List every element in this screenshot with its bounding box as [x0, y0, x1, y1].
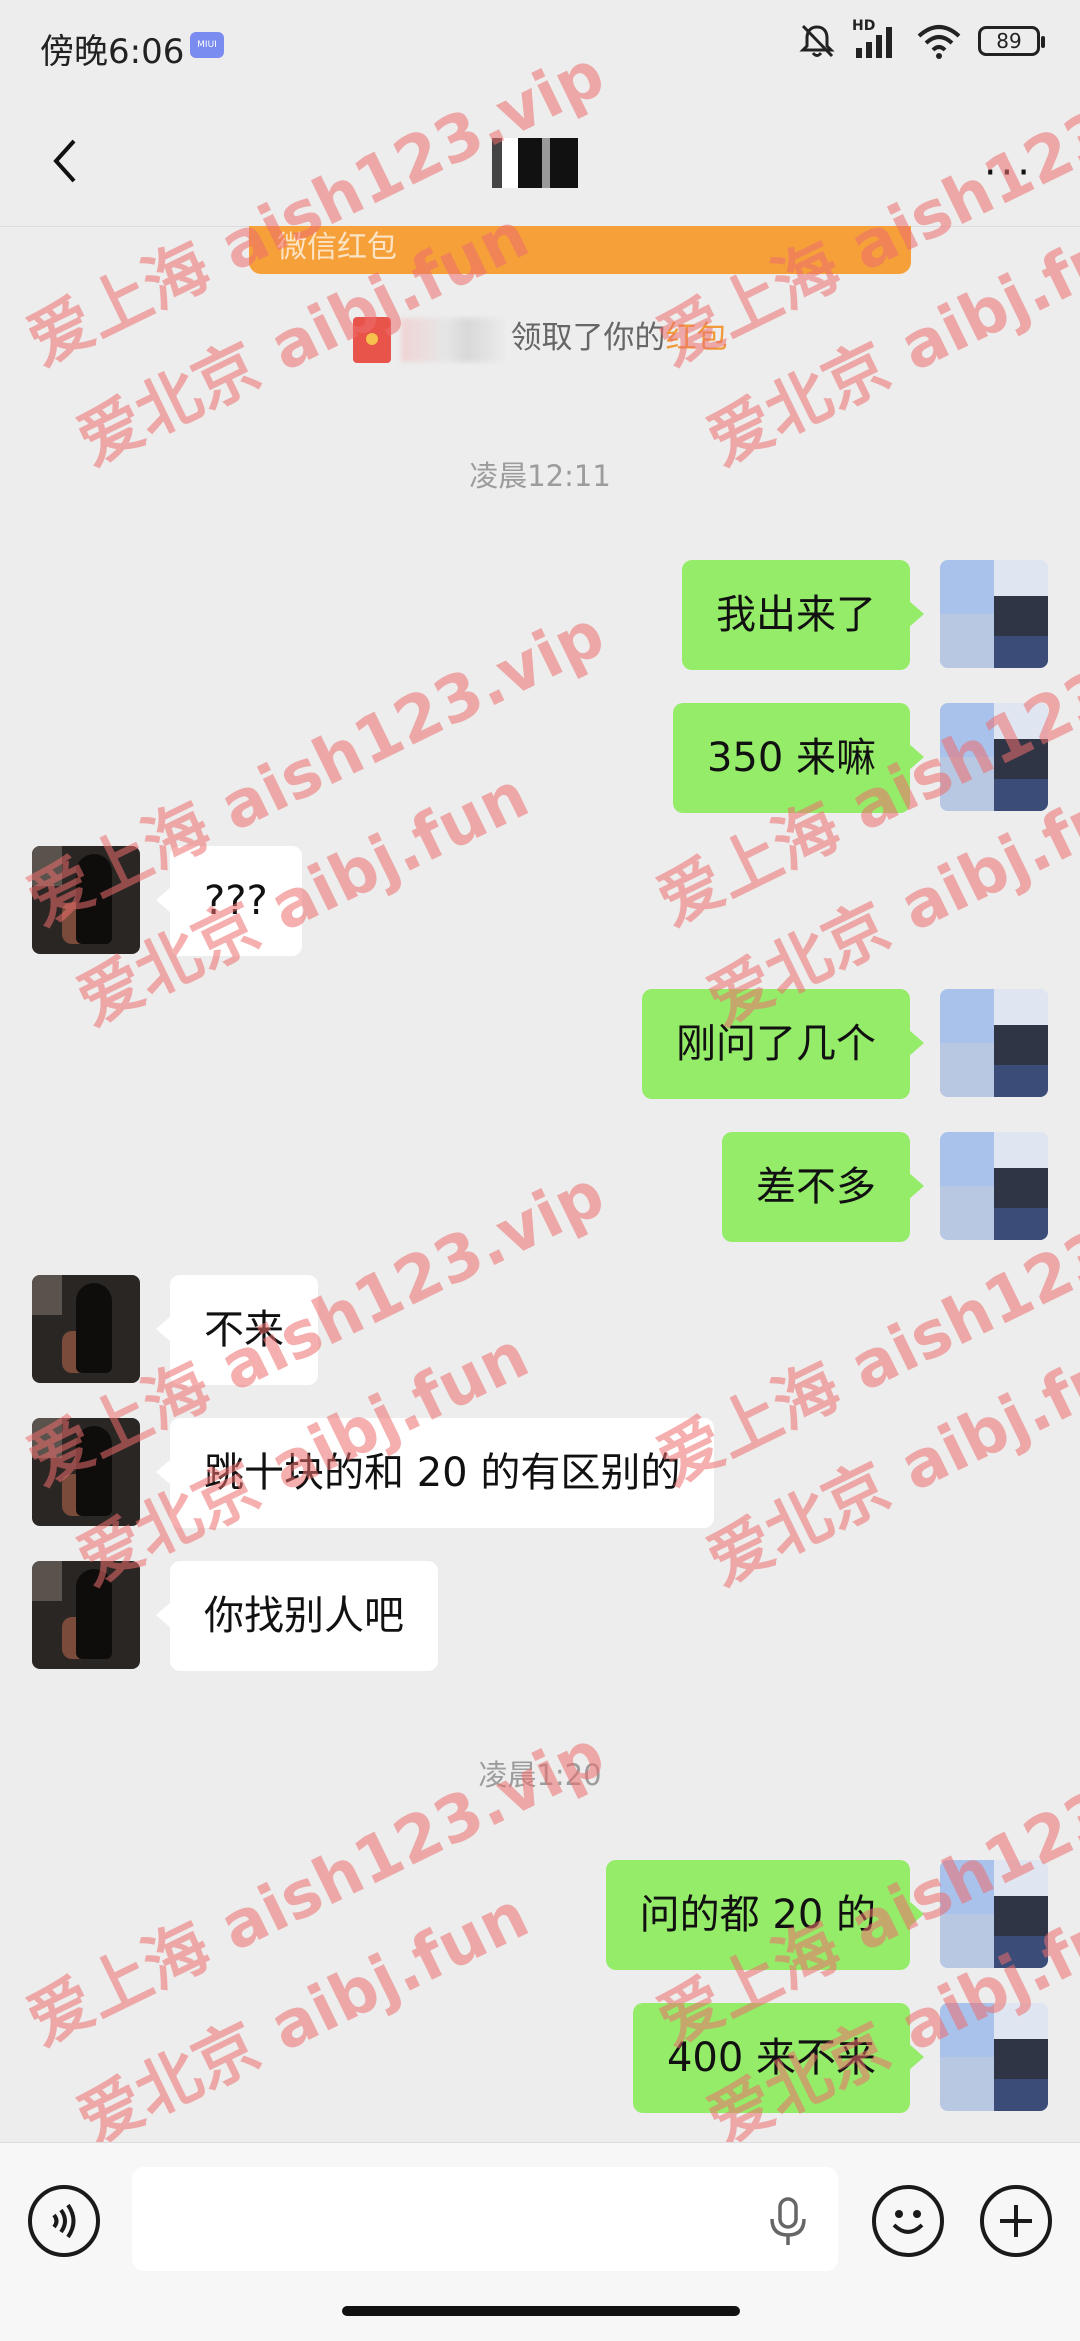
contact-message-bubble[interactable]: ???	[156, 846, 302, 956]
my-avatar[interactable]	[940, 2003, 1048, 2111]
my-message-bubble[interactable]: 刚问了几个	[642, 989, 924, 1099]
my-message-bubble[interactable]: 350 来嘛	[672, 703, 925, 813]
status-time: 傍晚6:06	[40, 32, 185, 72]
status-icons: HD 89	[798, 18, 1045, 60]
my-avatar[interactable]	[940, 703, 1048, 811]
my-message-bubble[interactable]: 差不多	[722, 1132, 924, 1242]
chat-header: ···	[0, 96, 1080, 227]
battery-icon: 89	[978, 26, 1045, 56]
more-icon[interactable]: ···	[984, 150, 1034, 196]
my-avatar[interactable]	[940, 1132, 1048, 1240]
contact-avatar[interactable]	[32, 1275, 140, 1383]
my-avatar[interactable]	[940, 1860, 1048, 1968]
miui-badge: MIUI	[190, 32, 224, 58]
status-bar: 傍晚6:06 MIUI HD 89	[0, 0, 1080, 96]
contact-avatar[interactable]	[32, 1561, 140, 1669]
contact-message-bubble[interactable]: 你找别人吧	[156, 1561, 438, 1671]
note-highlight-link[interactable]: 红包	[666, 320, 728, 356]
plus-icon[interactable]	[980, 2185, 1052, 2257]
red-packet-received-note: 领取了你的红包	[0, 312, 1080, 363]
message-input[interactable]	[132, 2167, 838, 2271]
my-message-bubble[interactable]: 问的都 20 的	[605, 1860, 925, 1970]
home-indicator[interactable]	[342, 2306, 740, 2316]
my-message-bubble[interactable]: 我出来了	[682, 560, 924, 670]
blurred-name	[400, 317, 511, 362]
chevron-left-icon[interactable]	[40, 131, 100, 191]
emoji-icon[interactable]	[872, 2185, 944, 2257]
note-text: 领取了你的	[510, 320, 666, 356]
contact-message-bubble[interactable]: 不来	[156, 1275, 318, 1385]
timestamp: 凌晨12:11	[469, 459, 611, 493]
my-avatar[interactable]	[940, 989, 1048, 1097]
red-packet-banner-label: 微信红包	[277, 230, 397, 265]
contact-avatar[interactable]	[32, 1418, 140, 1526]
voice-icon[interactable]	[28, 2185, 100, 2257]
red-packet-banner[interactable]: 微信红包	[249, 226, 911, 274]
watermark-text: 爱北京 aibj.fun	[696, 1318, 1080, 1600]
contact-message-bubble[interactable]: 跳十块的和 20 的有区别的	[155, 1418, 715, 1528]
signal-icon: HD	[852, 18, 900, 60]
timestamp: 凌晨1:20	[478, 1758, 602, 1792]
wifi-icon	[917, 25, 961, 59]
red-packet-icon	[352, 316, 391, 363]
contact-name-redacted	[492, 138, 578, 188]
silent-icon	[799, 24, 835, 58]
my-avatar[interactable]	[940, 560, 1048, 668]
mic-icon[interactable]	[764, 2195, 812, 2247]
watermark-text: 爱北京 aibj.fun	[66, 1878, 540, 2160]
my-message-bubble[interactable]: 400 来不来	[632, 2003, 925, 2113]
contact-avatar[interactable]	[32, 846, 140, 954]
